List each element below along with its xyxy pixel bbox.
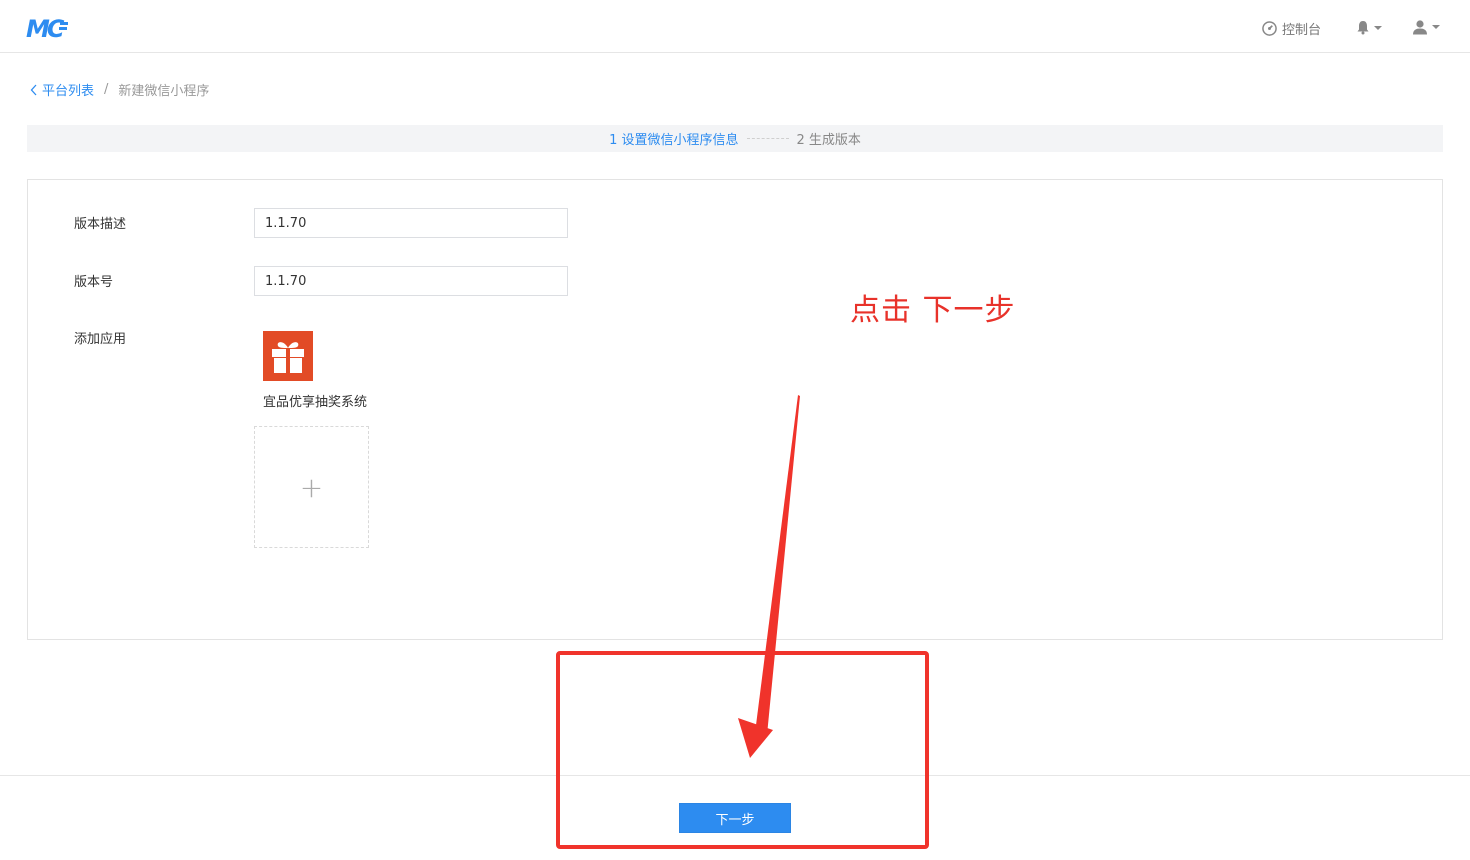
notifications-dropdown[interactable] xyxy=(1356,20,1382,35)
gift-icon xyxy=(272,342,304,373)
breadcrumb-back-label: 平台列表 xyxy=(42,84,95,99)
chevron-down-icon xyxy=(1432,25,1440,29)
plus-icon: + xyxy=(299,470,324,504)
console-link[interactable]: 控制台 xyxy=(1262,18,1321,38)
dashboard-icon xyxy=(1262,20,1277,36)
app-card[interactable] xyxy=(263,331,313,381)
chevron-left-icon xyxy=(30,84,37,95)
step-2: 2 生成版本 xyxy=(796,133,861,148)
top-bar: MC 控制台 xyxy=(0,0,1470,53)
chevron-down-icon xyxy=(1374,25,1382,30)
version-desc-input[interactable] xyxy=(254,208,568,238)
bell-icon xyxy=(1357,21,1369,35)
app-name: 宜品优享抽奖系统 xyxy=(263,395,368,410)
breadcrumb-current: 新建微信小程序 xyxy=(118,84,210,99)
version-no-input[interactable] xyxy=(254,266,568,296)
version-desc-label: 版本描述 xyxy=(74,217,127,232)
console-label: 控制台 xyxy=(1282,22,1322,38)
annotation-text: 点击 下一步 xyxy=(850,293,1016,328)
step-1: 1 设置微信小程序信息 xyxy=(609,133,739,148)
breadcrumb-separator: / xyxy=(104,82,109,97)
annotation-highlight-box xyxy=(556,651,929,849)
form-panel: 版本描述 版本号 添加应用 宜品优享抽奖系统 + xyxy=(27,179,1443,640)
step-connector xyxy=(746,138,789,139)
breadcrumb: 平台列表 / 新建微信小程序 xyxy=(30,80,209,99)
version-no-label: 版本号 xyxy=(74,275,114,290)
brand-logo[interactable]: MC xyxy=(26,16,72,40)
steps-bar: 1 设置微信小程序信息 2 生成版本 xyxy=(27,125,1443,152)
add-app-label: 添加应用 xyxy=(74,332,127,347)
breadcrumb-back-link[interactable]: 平台列表 xyxy=(30,80,94,99)
add-app-button[interactable]: + xyxy=(254,426,369,548)
user-menu-dropdown[interactable] xyxy=(1412,19,1440,35)
user-icon xyxy=(1413,20,1427,35)
